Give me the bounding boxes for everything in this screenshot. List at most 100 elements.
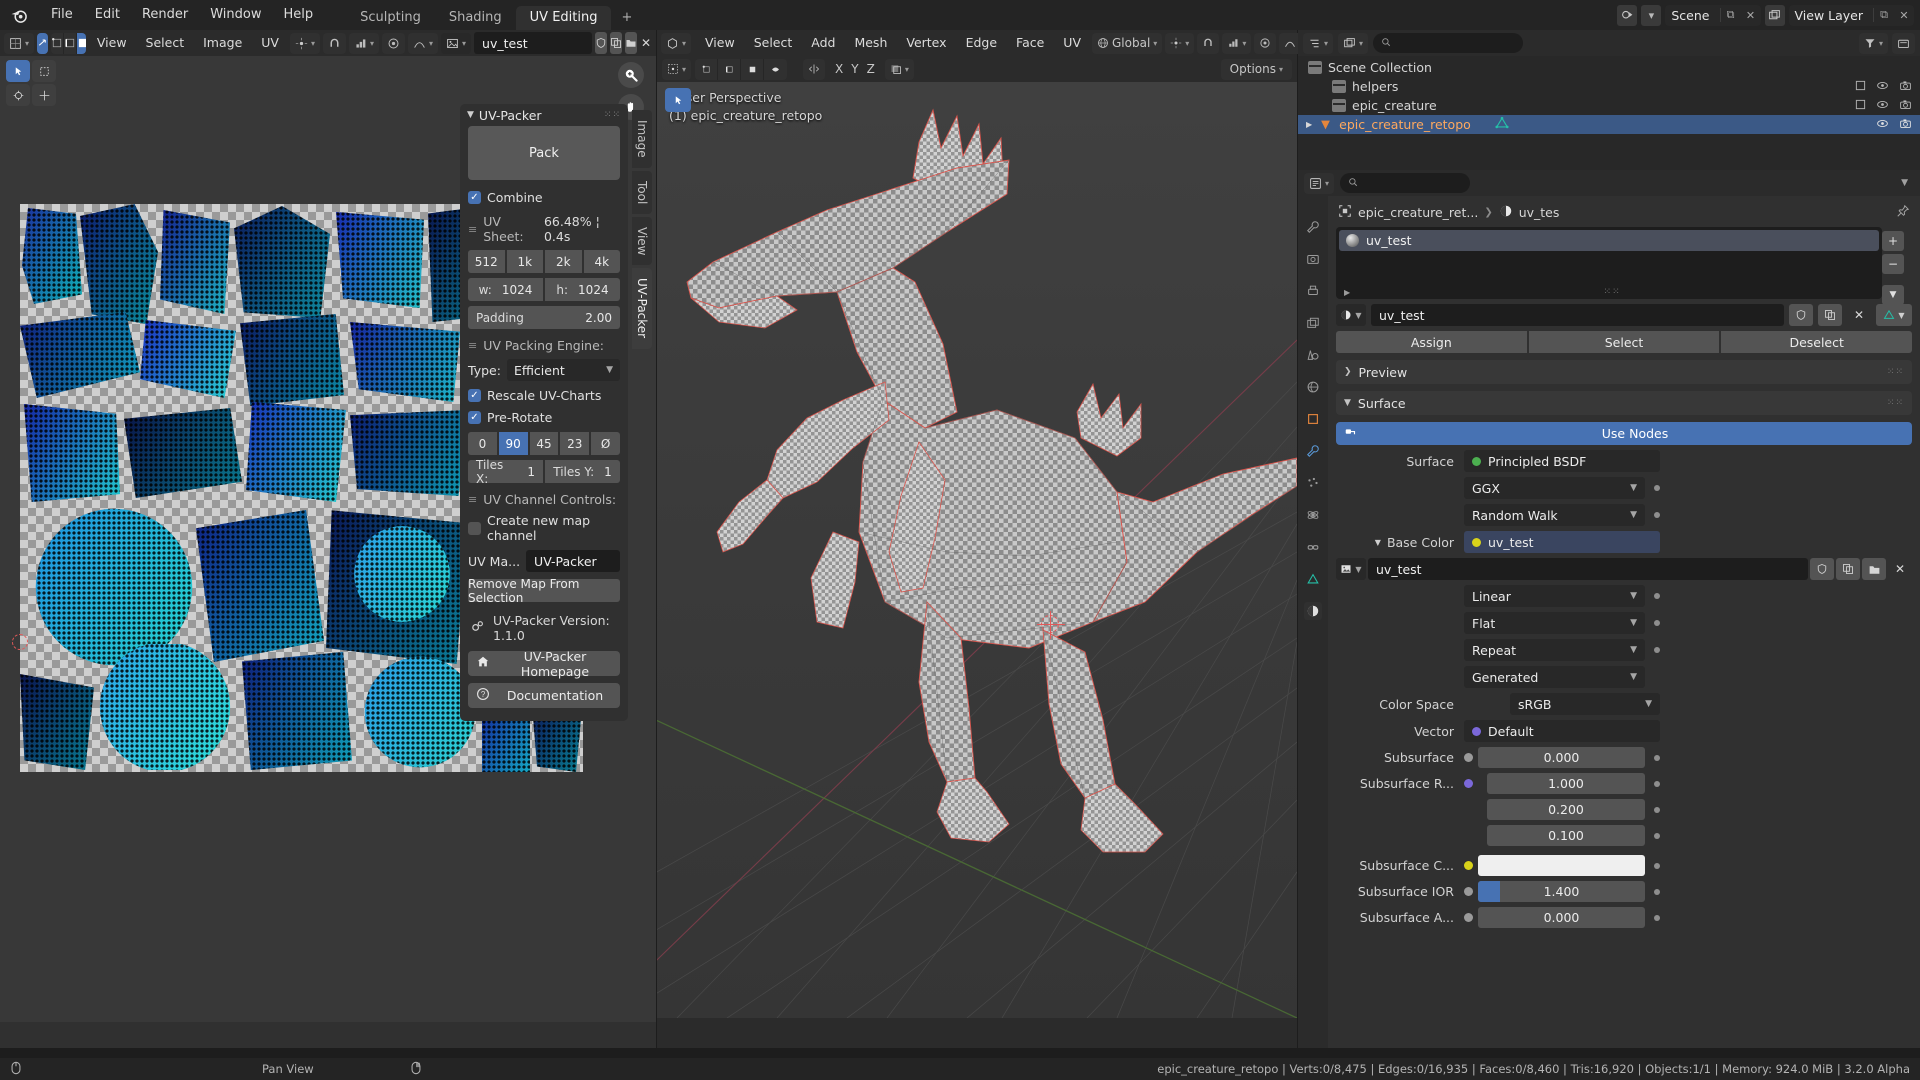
rescale-checkbox[interactable]: ✓ bbox=[468, 389, 481, 402]
preset-1k[interactable]: 1k bbox=[506, 250, 543, 273]
menu-help[interactable]: Help bbox=[273, 0, 325, 30]
add-material-slot-button[interactable]: + bbox=[1882, 231, 1904, 251]
remove-layer-icon[interactable]: ✕ bbox=[1894, 9, 1914, 22]
face-select-icon[interactable] bbox=[77, 32, 86, 54]
unlink-scene-icon[interactable]: ✕ bbox=[1741, 9, 1761, 22]
animate-property-dot[interactable] bbox=[1654, 593, 1660, 599]
falloff-icon[interactable]: ▾ bbox=[408, 32, 439, 54]
material-slot-item[interactable]: uv_test bbox=[1339, 230, 1879, 251]
vector-field[interactable]: Default bbox=[1464, 720, 1660, 742]
edge-uv-icon[interactable] bbox=[718, 58, 742, 80]
vp-menu-mesh[interactable]: Mesh bbox=[846, 32, 895, 54]
outliner-row-scene-collection[interactable]: Scene Collection bbox=[1298, 58, 1920, 77]
properties-tab-particles[interactable] bbox=[1304, 474, 1322, 492]
outliner-display-mode-icon[interactable]: ▾ bbox=[1338, 32, 1369, 54]
play-icon[interactable]: ▶ bbox=[1344, 288, 1350, 297]
uv-menu-view[interactable]: View bbox=[89, 32, 135, 54]
subsurface-radius-x-field[interactable]: 1.000 bbox=[1487, 773, 1645, 794]
edge-select-icon[interactable] bbox=[64, 32, 78, 54]
rotation-23[interactable]: 23 bbox=[560, 432, 590, 455]
subsurface-anisotropy-field[interactable]: 0.000 bbox=[1478, 907, 1645, 928]
subsurface-radius-y-field[interactable]: 0.200 bbox=[1487, 799, 1645, 820]
properties-tab-render[interactable] bbox=[1304, 250, 1322, 268]
new-layer-icon[interactable]: ⧉ bbox=[1874, 8, 1894, 22]
properties-tab-viewlayer[interactable] bbox=[1304, 314, 1322, 332]
zoom-gizmo-icon[interactable] bbox=[618, 62, 644, 88]
preset-512[interactable]: 512 bbox=[468, 250, 505, 273]
use-nodes-button[interactable]: Use Nodes bbox=[1336, 422, 1912, 445]
rotation-45[interactable]: 45 bbox=[529, 432, 559, 455]
uv-menu-uv[interactable]: UV bbox=[253, 32, 287, 54]
menu-render[interactable]: Render bbox=[131, 0, 199, 30]
triangle-down-icon[interactable]: ▼ bbox=[1375, 538, 1381, 547]
grip-dots-icon[interactable]: ⁙⁙ bbox=[1887, 367, 1904, 377]
scene-browse-icon[interactable]: ▾ bbox=[1641, 4, 1662, 26]
prerotate-row[interactable]: ✓ Pre-Rotate bbox=[468, 410, 620, 425]
subsurface-radius-socket-dot[interactable] bbox=[1464, 779, 1473, 788]
animate-property-dot[interactable] bbox=[1654, 485, 1660, 491]
remove-map-button[interactable]: Remove Map From Selection bbox=[468, 577, 620, 605]
type-dropdown[interactable]: Efficient ▼ bbox=[506, 359, 620, 381]
properties-tab-tool[interactable] bbox=[1304, 218, 1322, 236]
vertex-select-icon[interactable] bbox=[51, 32, 65, 54]
animate-property-dot[interactable] bbox=[1654, 647, 1660, 653]
texture-duplicate-icon[interactable] bbox=[1836, 558, 1860, 580]
outliner-row-helpers[interactable]: helpers bbox=[1298, 77, 1920, 96]
texture-unlink-icon[interactable]: ✕ bbox=[1888, 558, 1912, 580]
grip-dots-icon[interactable]: ⁙⁙ bbox=[1887, 398, 1904, 408]
subsurface-ior-field[interactable]: 1.400 bbox=[1478, 881, 1645, 902]
tiles-x-field[interactable]: Tiles X: 1 bbox=[468, 458, 543, 486]
assign-button[interactable]: Assign bbox=[1336, 331, 1527, 353]
creature-mesh[interactable] bbox=[657, 82, 1297, 1018]
uv-select-mode-group[interactable] bbox=[51, 32, 86, 54]
add-workspace-button[interactable]: + bbox=[611, 6, 642, 30]
create-channel-row[interactable]: ✓ Create new map channel bbox=[468, 513, 620, 543]
properties-tab-material[interactable] bbox=[1304, 602, 1322, 620]
menu-window[interactable]: Window bbox=[199, 0, 272, 30]
properties-tab-physics[interactable] bbox=[1304, 506, 1322, 524]
properties-tab-output[interactable] bbox=[1304, 282, 1322, 300]
viewport-canvas[interactable]: ›User Perspective (1) epic_creature_reto… bbox=[657, 82, 1297, 1018]
uv-select-mode-icon[interactable]: ▾ bbox=[662, 58, 692, 80]
rotation-none[interactable]: Ø bbox=[591, 432, 620, 455]
outliner-type-icon[interactable]: ▾ bbox=[1303, 32, 1334, 54]
rotation-0[interactable]: 0 bbox=[468, 432, 497, 455]
animate-property-dot[interactable] bbox=[1654, 780, 1660, 787]
collection-checkbox[interactable] bbox=[1855, 80, 1866, 94]
mirror-axis-z[interactable]: Z bbox=[867, 62, 875, 76]
surface-shader-field[interactable]: Principled BSDF bbox=[1464, 450, 1660, 472]
properties-search-input[interactable] bbox=[1340, 173, 1471, 193]
eye-icon[interactable] bbox=[1876, 117, 1889, 133]
camera-icon[interactable] bbox=[1899, 117, 1912, 133]
deselect-button[interactable]: Deselect bbox=[1721, 331, 1913, 353]
properties-tab-modifiers[interactable] bbox=[1304, 442, 1322, 460]
blender-logo-icon[interactable] bbox=[8, 4, 30, 26]
uv-image-name-field[interactable]: uv_test bbox=[474, 32, 593, 54]
scene-selector[interactable]: Scene ⧉ ✕ bbox=[1665, 4, 1761, 26]
animate-property-dot[interactable] bbox=[1654, 888, 1660, 895]
preset-2k[interactable]: 2k bbox=[545, 250, 582, 273]
uv-image-folder-icon[interactable] bbox=[625, 32, 638, 54]
vp-magnet-icon[interactable] bbox=[1197, 32, 1220, 54]
combine-row[interactable]: ✓ Combine bbox=[468, 190, 620, 205]
snap-target-icon[interactable]: ▾ bbox=[348, 32, 379, 54]
sidebar-tab-tool[interactable]: Tool bbox=[632, 170, 652, 214]
viewlayer-selector[interactable]: View Layer ⧉ ✕ bbox=[1788, 4, 1914, 26]
animate-property-dot[interactable] bbox=[1654, 862, 1660, 869]
vertex-uv-icon[interactable] bbox=[695, 58, 719, 80]
subsurface-ior-socket-dot[interactable] bbox=[1464, 887, 1473, 896]
projection-dropdown[interactable]: Flat ▼ bbox=[1464, 612, 1645, 634]
animate-property-dot[interactable] bbox=[1654, 512, 1660, 518]
workspace-tab-uv-editing[interactable]: UV Editing bbox=[515, 6, 612, 30]
subsurface-value-field[interactable]: 0.000 bbox=[1478, 747, 1645, 768]
image-datablock-icon[interactable]: ▾ bbox=[441, 32, 472, 54]
chevron-right-icon[interactable]: ▶ bbox=[1306, 120, 1312, 129]
chevron-down-icon[interactable]: ▼ bbox=[467, 110, 474, 120]
uv-sync-icon[interactable] bbox=[37, 32, 49, 54]
object-icon[interactable] bbox=[1338, 204, 1352, 221]
subsurface-anisotropy-socket-dot[interactable] bbox=[1464, 913, 1473, 922]
sidebar-tab-uv-packer[interactable]: UV-Packer bbox=[632, 268, 652, 349]
grip-dots-icon[interactable]: ⁙⁙ bbox=[1604, 287, 1621, 297]
cursor-tool-icon[interactable] bbox=[6, 84, 30, 106]
sidebar-tab-image[interactable]: Image bbox=[632, 110, 652, 168]
